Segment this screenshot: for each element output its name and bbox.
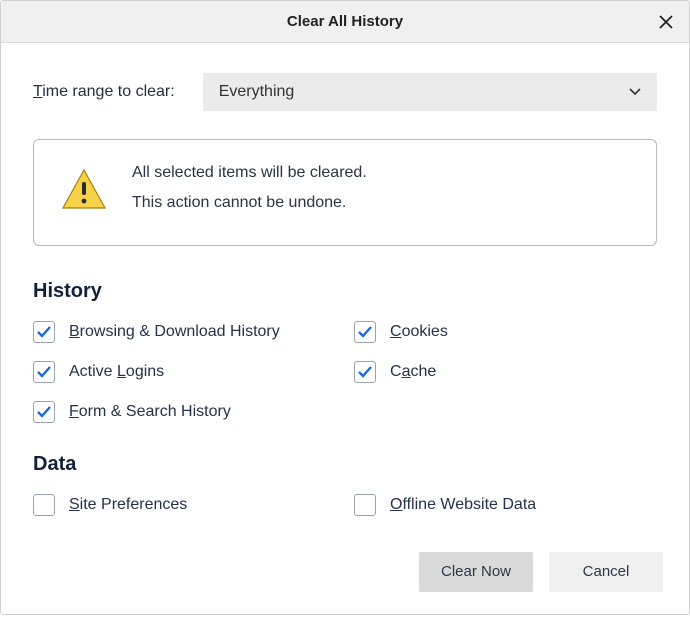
checkbox-offline-website-data[interactable]: [354, 494, 376, 516]
warning-icon: [60, 166, 108, 214]
checkbox-cache[interactable]: [354, 361, 376, 383]
label-browsing-download-history[interactable]: Browsing & Download History: [69, 323, 280, 341]
cancel-label: Cancel: [583, 563, 630, 580]
close-icon: [659, 15, 673, 29]
checkbox-browsing-download-history[interactable]: [33, 321, 55, 343]
time-range-select[interactable]: Everything: [203, 73, 657, 111]
warning-panel: All selected items will be cleared. This…: [33, 139, 657, 246]
clear-now-button[interactable]: Clear Now: [419, 552, 533, 592]
clear-now-label: Clear Now: [441, 563, 511, 580]
label-cookies[interactable]: Cookies: [390, 323, 448, 341]
titlebar: Clear All History: [1, 1, 689, 43]
cancel-button[interactable]: Cancel: [549, 552, 663, 592]
data-heading: Data: [33, 453, 657, 476]
chevron-down-icon: [629, 83, 641, 101]
label-active-logins[interactable]: Active Logins: [69, 363, 164, 381]
history-options: Browsing & Download History Cookies Acti…: [33, 321, 657, 423]
warning-line-1: All selected items will be cleared.: [132, 162, 367, 184]
label-offline-website-data[interactable]: Offline Website Data: [390, 496, 536, 514]
time-range-value: Everything: [219, 83, 295, 101]
label-site-preferences[interactable]: Site Preferences: [69, 496, 187, 514]
label-cache[interactable]: Cache: [390, 363, 436, 381]
data-options: Site Preferences Offline Website Data: [33, 494, 657, 516]
checkbox-site-preferences[interactable]: [33, 494, 55, 516]
checkbox-cookies[interactable]: [354, 321, 376, 343]
checkbox-active-logins[interactable]: [33, 361, 55, 383]
checkbox-form-search-history[interactable]: [33, 401, 55, 423]
close-button[interactable]: [651, 7, 681, 37]
time-range-label: Time range to clear:: [33, 83, 175, 101]
warning-line-2: This action cannot be undone.: [132, 192, 367, 214]
dialog-title: Clear All History: [287, 13, 403, 30]
history-heading: History: [33, 280, 657, 303]
label-form-search-history[interactable]: Form & Search History: [69, 403, 231, 421]
